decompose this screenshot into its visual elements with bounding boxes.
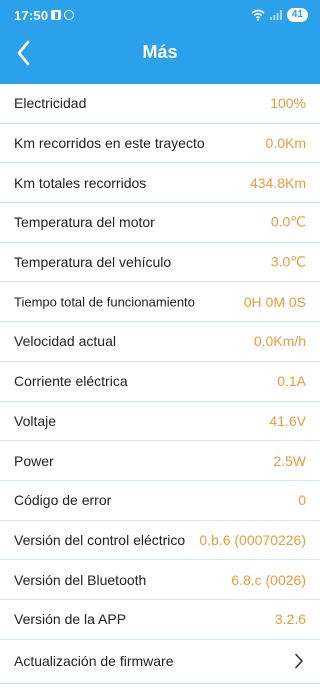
row-value: 0.1A xyxy=(277,373,306,390)
page-title: Más xyxy=(142,42,178,62)
row-current-speed: Velocidad actual 0.0Km/h xyxy=(0,322,320,362)
row-value: 2.5W xyxy=(273,452,306,469)
screen: 17:50 41 Más Electricidad 100% Km recorr… xyxy=(0,0,320,693)
battery-indicator: 41 xyxy=(286,8,308,22)
row-value: 6.8.c (0026) xyxy=(231,571,306,588)
row-value: 0.0℃ xyxy=(270,213,306,230)
firmware-update-item[interactable]: Actualización de firmware xyxy=(0,640,320,684)
row-label: Temperatura del motor xyxy=(14,214,155,231)
row-motor-temperature: Temperatura del motor 0.0℃ xyxy=(0,203,320,243)
row-label: Power xyxy=(14,452,54,469)
row-app-version: Versión de la APP 3.2.6 xyxy=(0,600,320,640)
row-label: Corriente eléctrica xyxy=(14,373,128,390)
row-label: Tiempo total de funcionamiento xyxy=(14,294,195,310)
row-value: 434.8Km xyxy=(249,174,306,191)
row-error-code: Código de error 0 xyxy=(0,481,320,521)
facebook-icon xyxy=(51,10,61,20)
status-icons: 41 xyxy=(251,7,308,23)
row-total-distance: Km totales recorridos 434.8Km xyxy=(0,163,320,204)
chevron-right-icon xyxy=(295,653,303,669)
row-label: Electricidad xyxy=(14,95,87,112)
row-value: 0.0Km xyxy=(265,135,306,152)
row-label: Km recorridos en este trayecto xyxy=(14,135,205,152)
info-list: Electricidad 100% Km recorridos en este … xyxy=(0,84,320,684)
row-power: Power 2.5W xyxy=(0,441,320,481)
wifi-icon xyxy=(251,9,265,21)
row-value: 3.2.6 xyxy=(274,611,306,628)
status-time: 17:50 xyxy=(14,8,49,23)
row-voltage: Voltaje 41.6V xyxy=(0,402,320,442)
row-label: Voltaje xyxy=(14,412,57,429)
status-bar: 17:50 41 xyxy=(0,0,320,30)
app-header: 17:50 41 Más xyxy=(0,0,320,84)
row-label: Versión del Bluetooth xyxy=(14,571,147,588)
row-label: Versión del control eléctrico xyxy=(14,531,186,548)
row-value: 0 xyxy=(298,492,306,509)
row-value: 0H 0M 0S xyxy=(243,293,306,310)
row-total-runtime: Tiempo total de funcionamiento 0H 0M 0S xyxy=(0,282,320,323)
row-value: 0.b.6 (00070226) xyxy=(199,531,306,548)
row-vehicle-temperature: Temperatura del vehículo 3.0℃ xyxy=(0,243,320,283)
row-electric-current: Corriente eléctrica 0.1A xyxy=(0,362,320,402)
row-value: 3.0℃ xyxy=(270,253,306,270)
firmware-update-label: Actualización de firmware xyxy=(14,653,174,670)
row-value: 0.0Km/h xyxy=(253,333,306,350)
row-label: Temperatura del vehículo xyxy=(14,254,172,271)
row-bluetooth-version: Versión del Bluetooth 6.8.c (0026) xyxy=(0,560,320,600)
row-value: 100% xyxy=(270,95,306,112)
row-label: Versión de la APP xyxy=(14,611,127,628)
signal-icon xyxy=(269,10,282,20)
row-value: 41.6V xyxy=(269,412,306,429)
row-label: Código de error xyxy=(14,492,112,509)
row-controller-version: Versión del control eléctrico 0.b.6 (000… xyxy=(0,521,320,561)
row-label: Velocidad actual xyxy=(14,333,116,350)
row-electricity: Electricidad 100% xyxy=(0,84,320,124)
messenger-icon xyxy=(64,10,74,20)
row-trip-distance: Km recorridos en este trayecto 0.0Km xyxy=(0,124,320,164)
row-label: Km totales recorridos xyxy=(14,174,147,191)
